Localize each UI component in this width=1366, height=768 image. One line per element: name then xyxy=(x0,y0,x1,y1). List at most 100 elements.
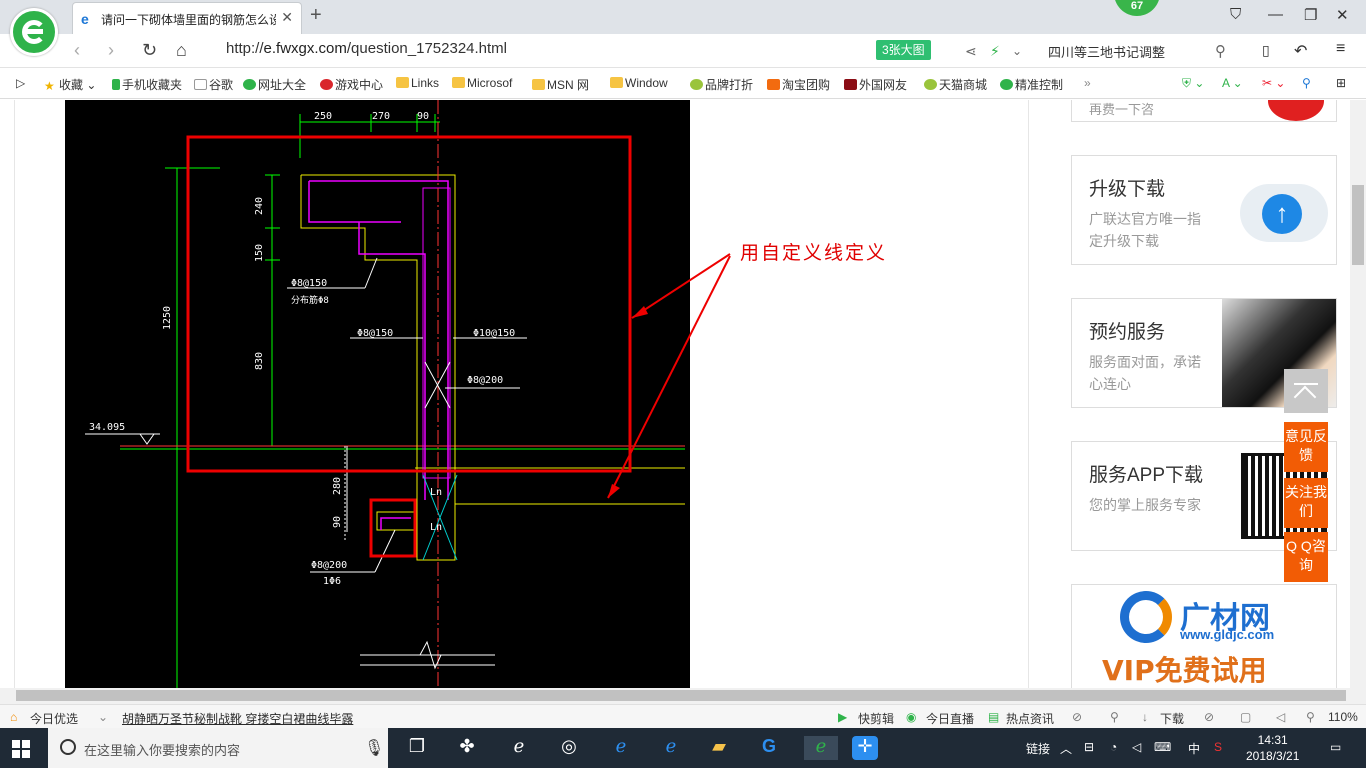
taskbar-search[interactable]: 在这里输入你要搜索的内容 🎙 xyxy=(48,728,388,768)
phone-icon[interactable]: ▯ xyxy=(1262,42,1270,59)
qq-consult-button[interactable]: Q Q咨询 xyxy=(1284,532,1328,582)
bookmark-links[interactable]: Links xyxy=(396,76,439,90)
teamviewer-icon[interactable]: ✛ xyxy=(852,736,878,760)
today-picks[interactable]: 今日优选 xyxy=(30,710,78,727)
file-explorer-icon[interactable]: ▰ xyxy=(706,736,732,760)
new-tab-button[interactable]: + xyxy=(310,4,322,27)
follow-us-button[interactable]: 关注我们 xyxy=(1284,478,1328,528)
share-icon[interactable]: ⋖ xyxy=(965,43,977,60)
bookmark-label: 淘宝团购 xyxy=(782,78,831,92)
card-desc: 服务面对面，承诺心连心 xyxy=(1089,354,1201,392)
task-view-icon[interactable]: ❐ xyxy=(404,736,430,760)
search-icon[interactable]: ⚲ xyxy=(1215,42,1226,60)
card-title: 服务APP下载 xyxy=(1089,465,1204,486)
window-icon[interactable]: ▢ xyxy=(1240,710,1251,724)
network-icon[interactable]: ⊟ xyxy=(1084,740,1094,754)
address-bar: ‹ › ↻ ⌂ http://e.fwxgx.com/question_1752… xyxy=(0,34,1366,68)
card-consult[interactable]: 再费一下咨 xyxy=(1071,100,1337,122)
speaker-icon[interactable]: ◁ xyxy=(1132,740,1141,754)
bookmark-foreign[interactable]: 外国网友 xyxy=(844,76,907,93)
edge-icon[interactable]: ℯ xyxy=(608,736,634,760)
keyboard-icon[interactable]: ⌨ xyxy=(1154,740,1171,754)
bookmark-tmall[interactable]: 天猫商城 xyxy=(924,76,987,93)
news-headline-link[interactable]: 胡静晒万圣节秘制战靴 穿搂空白裙曲线毕露 xyxy=(122,710,353,727)
browser-e-icon[interactable]: ℯ xyxy=(506,736,532,760)
apps-grid-icon[interactable]: ⊞ xyxy=(1336,76,1346,90)
live-link[interactable]: 今日直播 xyxy=(926,710,974,727)
bookmark-precise[interactable]: 精准控制 xyxy=(1000,76,1063,93)
bookmark-msn[interactable]: MSN 网 xyxy=(532,76,589,93)
page-content: 250 270 90 240 150 830 1250 34.095 280 9… xyxy=(0,100,1350,688)
vertical-scroll-thumb[interactable] xyxy=(1352,185,1364,265)
bookmark-google[interactable]: 谷歌 xyxy=(194,76,233,93)
active-browser-icon[interactable]: ℯ xyxy=(804,736,838,760)
shirt-skin-icon[interactable]: ⛉ xyxy=(1230,6,1241,23)
big-image-button[interactable]: 3张大图 xyxy=(876,40,931,60)
windows-start-icon[interactable] xyxy=(12,740,30,758)
speed-icon[interactable]: ⚡ xyxy=(990,43,1000,60)
refresh-button[interactable]: ↻ xyxy=(142,40,157,61)
close-tab-icon[interactable]: ✕ xyxy=(281,9,293,26)
download-link[interactable]: 下载 xyxy=(1160,710,1184,727)
ie-icon[interactable]: ℯ xyxy=(658,736,684,760)
bookmark-label: 游戏中心 xyxy=(335,78,384,92)
scissors-icon[interactable]: ✂ ⌄ xyxy=(1262,76,1285,90)
magnifier-icon[interactable]: ⚲ xyxy=(1302,76,1311,90)
label-e: Φ8@200 xyxy=(467,375,503,386)
chevron-down-icon[interactable]: ⌄ xyxy=(98,710,108,724)
bookmark-favorites[interactable]: ★ 收藏 ⌄ xyxy=(44,76,96,93)
ime-indicator[interactable]: 中 xyxy=(1188,740,1200,757)
browser-tab[interactable]: e 请问一下砌体墙里面的钢筋怎么设置 ✕ xyxy=(72,2,302,34)
bookmark-windows[interactable]: Window xyxy=(610,76,668,90)
tray-expand-icon[interactable]: ︿ xyxy=(1060,740,1072,757)
dim-left-3: 830 xyxy=(254,352,265,370)
bookmark-brand[interactable]: 品牌打折 xyxy=(690,76,753,93)
sogou-ime-icon[interactable]: S xyxy=(1214,740,1222,754)
bookmark-microsoft[interactable]: Microsof xyxy=(452,76,512,90)
sidebar-toggle-icon[interactable]: ▷ xyxy=(16,76,25,90)
maximize-button[interactable]: ❐ xyxy=(1304,6,1317,24)
pinwheel-app-icon[interactable]: ✤ xyxy=(454,736,480,760)
chevron-down-icon[interactable]: ⌄ xyxy=(1012,44,1022,58)
bookmark-games[interactable]: 游戏中心 xyxy=(320,76,383,93)
camera-app-icon[interactable]: ◎ xyxy=(556,736,582,760)
more-bookmarks-icon[interactable]: » xyxy=(1084,76,1091,90)
back-to-top-button[interactable] xyxy=(1284,369,1328,413)
url-field[interactable]: http://e.fwxgx.com/question_1752324.html xyxy=(226,40,507,57)
shield-icon[interactable]: ⛨ ⌄ xyxy=(1182,76,1204,91)
home-button[interactable]: ⌂ xyxy=(176,40,187,61)
notification-badge[interactable]: 67 xyxy=(1114,0,1160,16)
forward-button[interactable]: › xyxy=(108,40,114,61)
quick-edit-link[interactable]: 快剪辑 xyxy=(858,710,894,727)
undo-icon[interactable]: ↶ xyxy=(1294,41,1307,61)
dim-top-1: 250 xyxy=(314,111,332,122)
news-ticker[interactable]: 四川等三地书记调整 xyxy=(1048,42,1165,61)
pin-icon[interactable]: ⚲ xyxy=(1110,710,1119,724)
microphone-icon[interactable]: 🎙 xyxy=(364,738,384,758)
volume-icon[interactable]: ◁ xyxy=(1276,710,1285,724)
hot-news-link[interactable]: 热点资讯 xyxy=(1006,710,1054,727)
card-gldjc-ad[interactable]: 广材网 www.gldjc.com VIP免费试用 xyxy=(1071,584,1337,688)
clock[interactable]: 14:31 2018/3/21 xyxy=(1246,732,1299,764)
notifications-icon[interactable]: ▭ xyxy=(1330,740,1341,754)
tray-link[interactable]: 链接 xyxy=(1026,740,1050,757)
wifi-icon[interactable]: ◔ xyxy=(1110,740,1117,754)
zoom-level[interactable]: 110% xyxy=(1328,710,1358,724)
horizontal-scroll-thumb[interactable] xyxy=(16,690,1346,701)
browser-logo-icon[interactable] xyxy=(10,8,58,56)
close-window-button[interactable]: ✕ xyxy=(1336,6,1349,24)
feedback-button[interactable]: 意见反馈 xyxy=(1284,422,1328,472)
translate-icon[interactable]: A ⌄ xyxy=(1222,76,1243,90)
card-upgrade[interactable]: 升级下载 广联达官方唯一指定升级下载 ↑ xyxy=(1071,155,1337,265)
bookmark-mobile[interactable]: 手机收藏夹 xyxy=(112,76,182,93)
bookmark-taobao[interactable]: 淘宝团购 xyxy=(767,76,830,93)
menu-icon[interactable]: ≡ xyxy=(1336,40,1345,58)
speed-dial-icon[interactable]: ⊘ xyxy=(1072,710,1082,724)
clean-icon[interactable]: ⊘ xyxy=(1204,710,1214,724)
zoom-icon[interactable]: ⚲ xyxy=(1306,710,1315,724)
glodon-app-icon[interactable]: G xyxy=(756,736,782,760)
label-f: Φ8@200 xyxy=(311,560,347,571)
minimize-button[interactable]: — xyxy=(1268,6,1283,23)
back-button[interactable]: ‹ xyxy=(74,40,80,61)
bookmark-sites[interactable]: 网址大全 xyxy=(243,76,306,93)
